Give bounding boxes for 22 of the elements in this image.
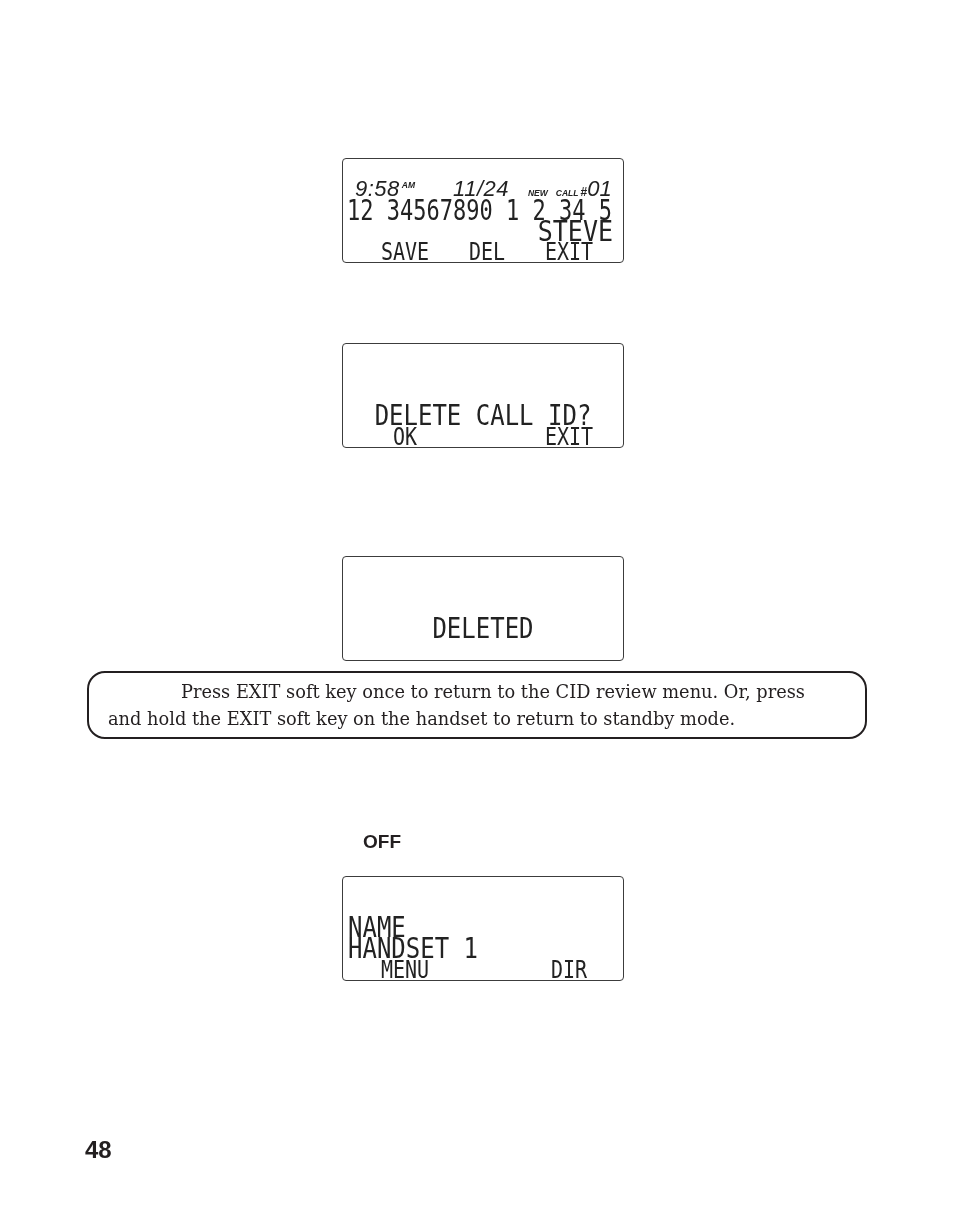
note-text: Press EXIT soft key once to return to the CID review menu. Or, press and hold the EXIT soft key on the handset to return to standby mode.: [108, 680, 806, 731]
meridiem-label: AM: [401, 180, 416, 190]
new-call-label: NEW: [528, 188, 548, 198]
call-time: 9:58: [355, 178, 400, 200]
lcd-message: DELETED: [432, 619, 534, 640]
number-sign: #: [580, 185, 588, 199]
call-number: 01: [587, 178, 612, 200]
lcd-message: DELETE CALL ID?: [374, 406, 592, 427]
caller-name: STEVE: [537, 221, 613, 242]
soft-key-label: SAVE: [380, 243, 430, 261]
phone-number: 12 34567890 1 2 34 5: [347, 200, 612, 221]
soft-key-label: DEL: [468, 243, 506, 261]
key-label: OFF: [363, 832, 401, 852]
soft-key-label: EXIT: [544, 428, 594, 446]
soft-key-label: EXIT: [544, 243, 594, 261]
soft-key-label: MENU: [380, 961, 430, 979]
soft-key-label: DIR: [550, 961, 588, 979]
call-label: CALL: [555, 188, 579, 198]
call-date: 11/24: [453, 178, 509, 200]
soft-key-label: OK: [392, 428, 418, 446]
lcd-message: HANDSET 1: [348, 939, 479, 960]
page-number: 48: [85, 1137, 112, 1163]
